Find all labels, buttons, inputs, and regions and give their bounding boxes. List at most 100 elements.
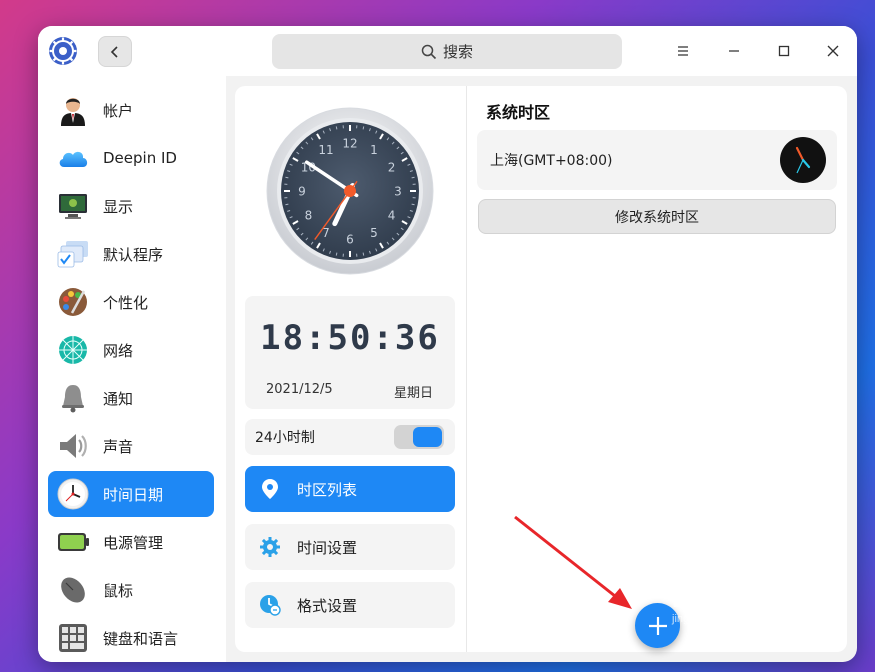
current-weekday: 星期日 [393, 386, 433, 401]
digital-clock: 18:50:36 2021/12/5 星期日 [245, 296, 455, 409]
speaker-icon [60, 434, 87, 458]
hour24-toggle[interactable] [394, 425, 444, 449]
timezone-title: 系统时区 [486, 103, 551, 122]
sidebar-item-label: 时间日期 [103, 485, 164, 504]
sidebar: 帐户 Deepin ID 显示 默认程序 个性化 网络 通知 声音 时间日期 电… [38, 76, 226, 662]
search-icon [421, 44, 437, 59]
timezone-item[interactable]: 上海(GMT+08:00) [477, 130, 837, 190]
timezone-name: 上海(GMT+08:00) [490, 153, 613, 169]
gear-icon [260, 537, 280, 557]
bell-icon [62, 385, 84, 413]
clock-numeral: 12 [342, 137, 357, 151]
format-icon [260, 595, 281, 616]
sidebar-item-label: Deepin ID [103, 149, 177, 167]
clock-numeral: 6 [346, 233, 354, 247]
clock-numeral: 8 [305, 209, 313, 223]
sidebar-item-label: 鼠标 [103, 581, 134, 600]
maximize-button[interactable] [772, 39, 796, 63]
display-icon [59, 194, 87, 219]
personalization-icon [59, 288, 87, 316]
menu-label: 格式设置 [297, 596, 358, 615]
clock-icon [57, 478, 89, 510]
modify-timezone-button[interactable]: 修改系统时区 [478, 199, 836, 234]
sidebar-item-sound[interactable]: 声音 [48, 423, 214, 469]
back-button[interactable] [98, 36, 132, 67]
sidebar-item-mouse[interactable]: 鼠标 [48, 567, 214, 613]
sidebar-item-label: 个性化 [103, 293, 149, 312]
close-button[interactable] [821, 39, 845, 63]
main-menu-button[interactable] [671, 39, 695, 63]
sidebar-item-label: 网络 [103, 341, 134, 360]
location-pin-icon [262, 479, 278, 499]
minimize-icon [729, 50, 739, 52]
titlebar: 搜索 [38, 26, 857, 76]
sidebar-item-label: 键盘和语言 [103, 629, 179, 648]
plus-icon [648, 616, 667, 635]
sidebar-item-label: 显示 [103, 197, 134, 216]
sidebar-item-keyboard[interactable]: 键盘和语言 [48, 615, 214, 661]
format-settings-button[interactable]: 格式设置 [245, 582, 455, 628]
menu-icon [678, 46, 688, 56]
clock-numeral: 4 [388, 209, 396, 223]
hour24-label: 24小时制 [255, 430, 315, 446]
watermark-brand: Baidu经验 [672, 583, 804, 613]
clock-numeral: 11 [318, 143, 333, 157]
sidebar-item-label: 默认程序 [103, 245, 164, 264]
mouse-icon [61, 577, 85, 603]
menu-label: 时区列表 [297, 480, 358, 499]
mini-clock-icon [780, 137, 826, 183]
timezone-list-button[interactable]: 时区列表 [245, 466, 455, 512]
clock-tick [285, 176, 289, 179]
clock-tick [411, 176, 415, 179]
clock-numeral: 2 [388, 161, 396, 175]
time-settings-button[interactable]: 时间设置 [245, 524, 455, 570]
sidebar-item-default-apps[interactable]: 默认程序 [48, 231, 214, 277]
digital-time: 18:50:36 [260, 318, 440, 358]
sidebar-item-notification[interactable]: 通知 [48, 375, 214, 421]
account-icon [61, 98, 85, 126]
search-placeholder: 搜索 [442, 43, 473, 61]
clock-tick [362, 126, 365, 130]
clock-tick [335, 252, 338, 256]
maximize-icon [778, 45, 790, 57]
sidebar-item-label: 通知 [103, 389, 134, 408]
default-apps-icon [57, 241, 88, 268]
settings-window: 搜索 帐户 Deepin ID 显示 默认程序 个性化 网络 通知 声音 时间日… [38, 26, 857, 662]
column-divider [466, 86, 467, 652]
sidebar-item-network[interactable]: 网络 [48, 327, 214, 373]
sidebar-item-power[interactable]: 电源管理 [48, 519, 214, 565]
clock-tick [411, 203, 415, 206]
clock-numeral: 5 [370, 226, 378, 240]
menu-label: 时间设置 [297, 538, 358, 557]
annotation-arrow [514, 515, 632, 609]
battery-icon [58, 533, 89, 551]
sidebar-item-personalization[interactable]: 个性化 [48, 279, 214, 325]
clock-numeral: 9 [298, 185, 306, 199]
sidebar-item-display[interactable]: 显示 [48, 183, 214, 229]
sidebar-item-account[interactable]: 帐户 [48, 87, 214, 133]
hour24-setting: 24小时制 [245, 419, 455, 455]
search-input[interactable]: 搜索 [272, 34, 622, 69]
current-date: 2021/12/5 [266, 382, 333, 397]
clock-column: 12 1 2 3 4 5 6 7 8 9 10 11 18:50:36 2021/12/5 星期日 2… [235, 86, 465, 652]
close-icon [827, 45, 839, 57]
minimize-button[interactable] [722, 39, 746, 63]
modify-timezone-label: 修改系统时区 [615, 209, 699, 226]
clock-numeral: 1 [370, 143, 378, 157]
keyboard-icon [59, 624, 87, 652]
sidebar-item-label: 帐户 [103, 101, 134, 120]
analog-clock: 12 1234567891011 [266, 107, 434, 275]
cloud-icon [59, 151, 88, 167]
network-icon [59, 336, 87, 364]
baidu-watermark: Baidu经验 jingyan.baidu.com [672, 578, 803, 625]
sidebar-item-label: 电源管理 [103, 533, 164, 552]
app-logo-icon [49, 37, 77, 65]
sidebar-item-datetime[interactable]: 时间日期 [48, 471, 214, 517]
sidebar-item-label: 声音 [103, 437, 134, 456]
chevron-left-icon [110, 45, 118, 58]
clock-tick [362, 252, 365, 256]
clock-tick [285, 203, 289, 206]
clock-numeral: 3 [394, 185, 402, 199]
clock-tick [335, 126, 338, 130]
sidebar-item-deepin-id[interactable]: Deepin ID [48, 135, 214, 181]
